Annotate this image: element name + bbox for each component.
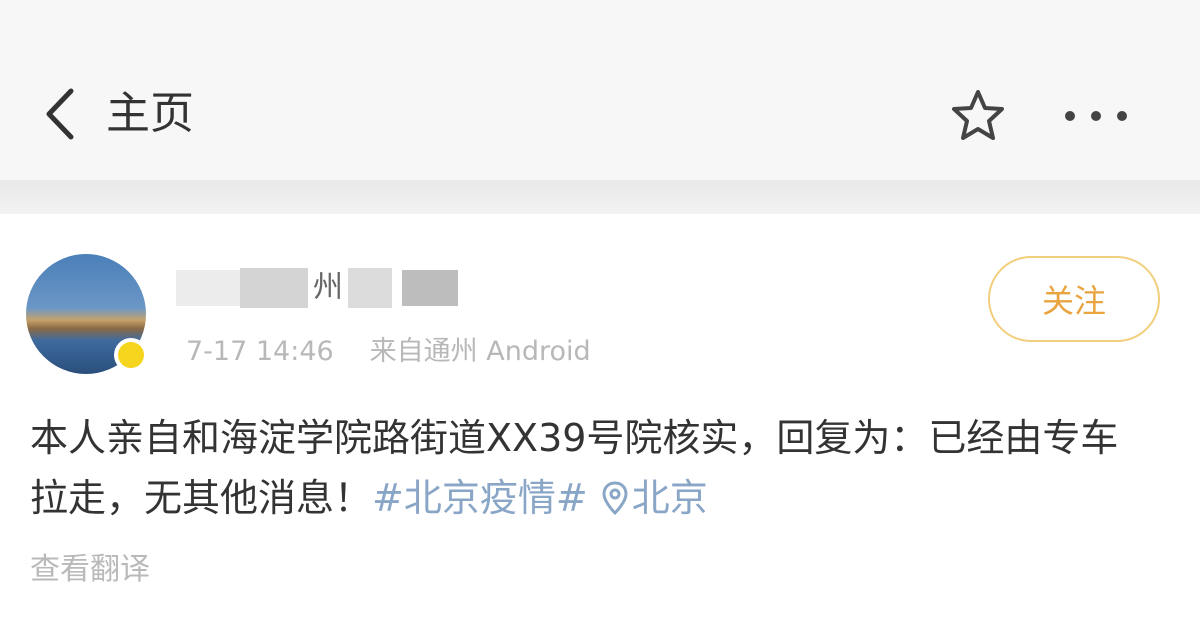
chevron-left-icon — [46, 88, 74, 140]
back-button[interactable] — [30, 82, 90, 146]
page-title: 主页 — [106, 88, 194, 139]
section-divider — [0, 180, 1200, 214]
location-link[interactable]: 北京 — [602, 476, 708, 520]
post-source: 来自通州 Android — [369, 336, 591, 367]
blurred-username-part — [402, 270, 458, 306]
blurred-username-part — [176, 270, 240, 306]
username: 州 — [313, 270, 343, 305]
username-area[interactable]: 州 — [176, 268, 458, 308]
location-pin-icon — [602, 481, 628, 516]
post-content: 本人亲自和海淀学院路街道XX39号院核实，回复为：已经由专车拉走，无其他消息！#… — [30, 408, 1150, 528]
blurred-username-part — [240, 268, 308, 308]
star-icon — [952, 90, 1004, 140]
blurred-username-part — [348, 268, 392, 308]
hashtag-link[interactable]: #北京疫情# — [372, 476, 588, 520]
top-navigation-bar: 主页 — [0, 0, 1200, 180]
location-label: 北京 — [631, 476, 708, 520]
post-card: 州 7-17 14:46 来自通州 Android 关注 本人亲自和海淀学院路街道… — [0, 214, 1200, 627]
post-time: 7-17 14:46 — [186, 336, 334, 367]
verified-badge-icon — [114, 338, 148, 372]
more-horizontal-icon — [1065, 111, 1127, 121]
translate-link[interactable]: 查看翻译 — [30, 548, 150, 592]
follow-button[interactable]: 关注 — [988, 256, 1160, 342]
more-options-button[interactable] — [1054, 84, 1138, 148]
post-meta: 7-17 14:46 来自通州 Android — [186, 332, 627, 372]
favorite-button[interactable] — [946, 84, 1010, 148]
